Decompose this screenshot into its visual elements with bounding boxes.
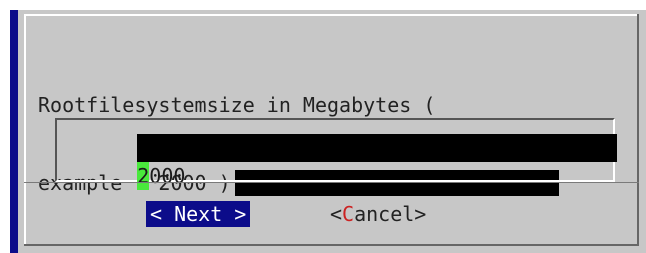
frame-top-edge [24, 14, 639, 16]
text-cursor: 2 [137, 162, 150, 190]
input-value: 000 [149, 164, 186, 188]
cancel-button[interactable]: <Cancel> [326, 201, 430, 227]
cancel-rest: ancel> [354, 202, 427, 226]
input-field-black-area [137, 134, 617, 162]
button-separator [24, 182, 639, 183]
cancel-hotkey: C [342, 202, 355, 226]
dialog: Rootfilesystemsize in Megabytes ( exampl… [10, 10, 646, 253]
next-button[interactable]: < Next > [146, 201, 251, 227]
left-border-bar [10, 10, 18, 253]
cancel-open: < [330, 202, 343, 226]
frame-left-edge [24, 14, 26, 246]
prompt-line-1: Rootfilesystemsize in Megabytes ( [38, 93, 436, 117]
top-strip [0, 0, 646, 10]
input-box: 2000 [55, 118, 617, 190]
rootfs-size-input[interactable]: 2000 [65, 134, 617, 190]
